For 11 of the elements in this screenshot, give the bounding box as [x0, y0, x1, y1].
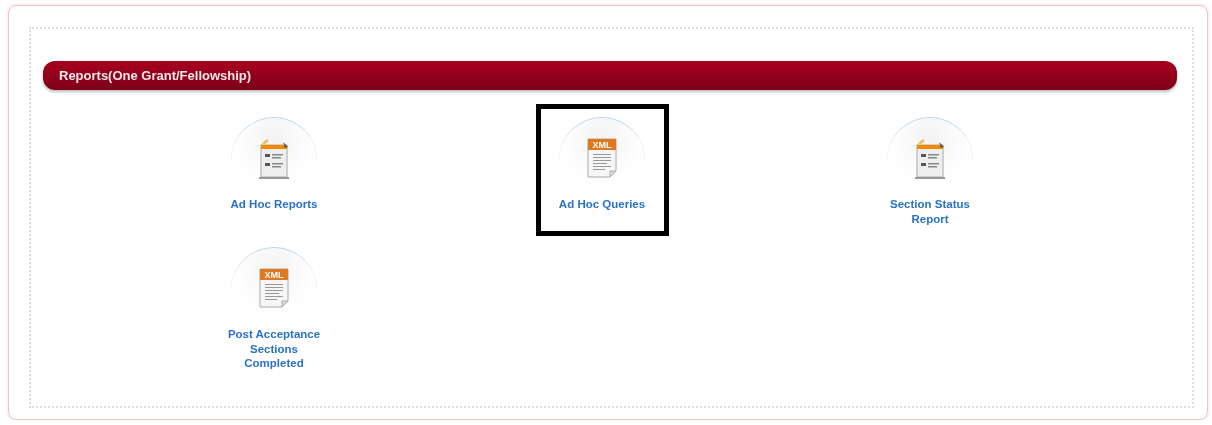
xml-label: XML [264, 270, 284, 280]
document-icon [259, 268, 289, 308]
report-icon [256, 139, 292, 181]
report-link[interactable]: Ad Hoc Reports [230, 197, 318, 212]
report-link[interactable]: Section Status Report [875, 197, 985, 226]
report-link[interactable]: Post Acceptance Sections Completed [219, 327, 329, 371]
xml-label: XML [592, 140, 612, 150]
report-icon [912, 139, 948, 181]
panel-title: Reports(One Grant/Fellowship) [59, 68, 252, 83]
document-icon [587, 138, 617, 178]
report-link[interactable]: Ad Hoc Queries [558, 197, 646, 212]
